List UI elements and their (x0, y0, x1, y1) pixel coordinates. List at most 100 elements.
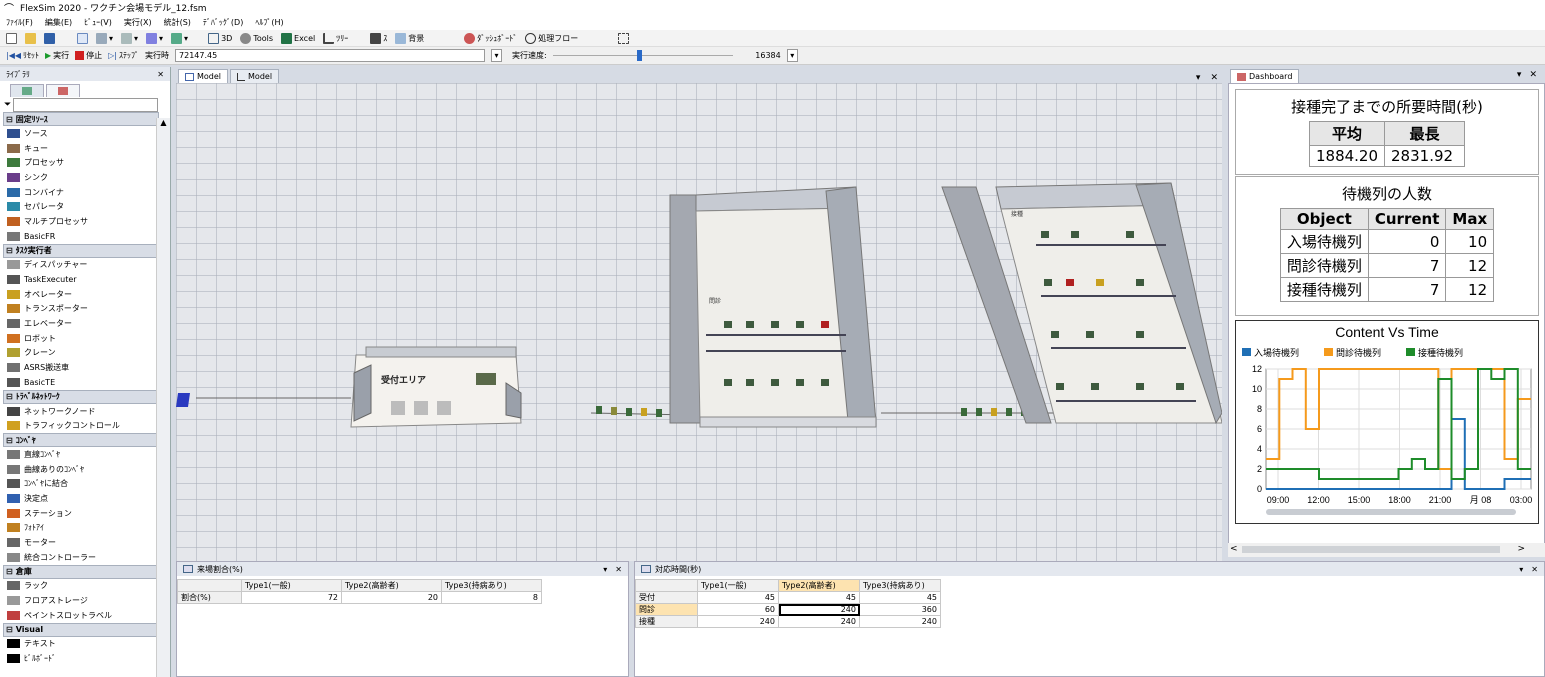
library-scrollbar[interactable]: ▲ (156, 118, 170, 677)
script-button[interactable]: ｽ (370, 32, 387, 44)
excel-button[interactable]: Excel (281, 32, 315, 44)
library-item[interactable]: ﾋﾞﾙﾎﾞｰﾄﾞ (3, 651, 159, 666)
network-icon[interactable] (618, 32, 630, 44)
new-file-icon[interactable] (6, 32, 17, 44)
run-time-field[interactable]: 72147.45 (175, 49, 486, 62)
table-cell[interactable]: 72 (241, 591, 342, 604)
menu-debug[interactable]: ﾃﾞﾊﾞｯｸﾞ(D) (203, 17, 243, 28)
table-cell[interactable]: 45 (697, 591, 779, 604)
source-object[interactable] (176, 393, 190, 407)
collapse-icon[interactable]: ⊟ (6, 436, 13, 445)
view-menu-icon[interactable]: ▾ (603, 565, 607, 574)
collapse-icon[interactable]: ⊟ (6, 567, 13, 576)
collapse-icon[interactable]: ⊟ (6, 115, 13, 124)
run-button[interactable]: ▶ 実行 (45, 50, 69, 61)
library-item[interactable]: 直線ｺﾝﾍﾞﾔ (3, 447, 159, 462)
selected-cell[interactable]: 240 (778, 603, 860, 616)
library-item[interactable]: オペレーター (3, 287, 159, 302)
library-item[interactable]: シンク (3, 170, 159, 185)
library-category[interactable]: ⊟ ｺﾝﾍﾞﾔ (3, 433, 159, 448)
speed-dropdown[interactable]: ▾ (786, 49, 798, 62)
library-item[interactable]: ステーション (3, 506, 159, 521)
library-item[interactable]: 統合コントローラー (3, 550, 159, 565)
library-item[interactable]: ASRS搬送車 (3, 360, 159, 375)
menu-statistics[interactable]: 統計(S) (164, 17, 191, 28)
content-chart-widget[interactable]: Content Vs Time 入場待機列 問診待機列 接種待機列 0 2 4 6 8 10 12 0… (1235, 320, 1539, 524)
close-icon[interactable]: ✕ (1531, 565, 1538, 574)
speed-slider[interactable] (552, 49, 733, 62)
view-menu-icon[interactable]: ▾ (1196, 73, 1201, 83)
time-widget[interactable]: 接種完了までの所要時間(秒) 平均 最長 1884.20 2831.92 (1235, 89, 1539, 175)
tab-library-tasks[interactable] (46, 84, 80, 97)
layout-icon[interactable] (171, 32, 183, 44)
library-item[interactable]: ｺﾝﾍﾞﾔに結合 (3, 476, 159, 491)
menu-view[interactable]: ﾋﾞｭｰ(V) (84, 17, 112, 28)
tree-button[interactable]: ﾂﾘｰ (323, 32, 348, 44)
dashboard-button[interactable]: ﾀﾞｯｼｭﾎﾞｰﾄﾞ (464, 32, 517, 44)
view-menu-icon[interactable]: ▾ (1517, 70, 1522, 80)
chevron-down-icon[interactable]: ▾ (159, 34, 163, 43)
exam-area[interactable] (669, 186, 877, 428)
tab-library-objects[interactable] (10, 84, 44, 97)
table-cell[interactable]: 45 (859, 591, 941, 604)
save-icon[interactable] (44, 32, 55, 44)
library-item[interactable]: ネットワークノード (3, 404, 159, 419)
table-cell[interactable]: 240 (778, 615, 860, 628)
chevron-down-icon[interactable]: ▾ (184, 34, 188, 43)
library-item[interactable]: ラック (3, 579, 159, 594)
library-item[interactable]: クレーン (3, 346, 159, 361)
library-item[interactable]: マルチプロセッサ (3, 214, 159, 229)
view-menu-icon[interactable]: ▾ (1519, 565, 1523, 574)
library-item[interactable]: エレベーター (3, 316, 159, 331)
run-time-dropdown[interactable]: ▾ (491, 49, 503, 62)
chevron-down-icon[interactable]: ▾ (109, 34, 113, 43)
vaccination-area[interactable] (941, 182, 1222, 425)
connect-mode-icon[interactable] (96, 32, 107, 44)
library-category[interactable]: ⊟ 倉庫 (3, 564, 159, 579)
library-item[interactable]: ディスパッチャー (3, 258, 159, 273)
library-item[interactable]: 決定点 (3, 491, 159, 506)
table-cell[interactable]: 60 (697, 603, 779, 616)
tools-button[interactable]: Tools (240, 32, 273, 44)
background-button[interactable]: 背景 (395, 32, 424, 44)
tab-dashboard[interactable]: Dashboard (1230, 69, 1300, 83)
library-category[interactable]: ⊟ Visual (3, 622, 159, 637)
step-button[interactable]: ▷| ｽﾃｯﾌﾟ (108, 50, 139, 61)
library-item[interactable]: モーター (3, 535, 159, 550)
scroll-left-icon[interactable]: < (1230, 544, 1238, 554)
scrollbar-thumb[interactable] (1242, 546, 1500, 553)
close-icon[interactable]: ✕ (157, 70, 164, 79)
library-item[interactable]: コンバイナ (3, 185, 159, 200)
library-search-input[interactable] (13, 97, 159, 112)
model-3d-view[interactable]: 受付エリア 問診 接種 (176, 83, 1222, 561)
scroll-up-icon[interactable]: ▲ (157, 118, 170, 127)
collapse-icon[interactable]: ⊟ (6, 246, 13, 255)
speed-slider-thumb[interactable] (636, 50, 642, 61)
table-cell[interactable]: 45 (778, 591, 860, 604)
library-item[interactable]: テキスト (3, 637, 159, 652)
library-item[interactable]: プロセッサ (3, 155, 159, 170)
queue-widget[interactable]: 待機列の人数 Object Current Max 入場待機列 0 10 問診待機列 7 1… (1235, 176, 1539, 316)
library-item[interactable]: フロアストレージ (3, 593, 159, 608)
library-category[interactable]: ⊟ 固定ﾘｿｰｽ (3, 112, 159, 126)
menu-execute[interactable]: 実行(X) (124, 17, 152, 28)
library-item[interactable]: BasicTE (3, 375, 159, 390)
table-cell[interactable]: 360 (859, 603, 941, 616)
menu-help[interactable]: ﾍﾙﾌﾟ(H) (255, 17, 283, 28)
close-icon[interactable]: ✕ (615, 565, 622, 574)
library-item[interactable]: ペイントスロットラベル (3, 608, 159, 623)
reset-button[interactable]: |◀◀ ﾘｾｯﾄ (6, 50, 39, 61)
library-category[interactable]: ⊟ ﾀｽｸ実行者 (3, 243, 159, 258)
close-icon[interactable]: ✕ (1210, 73, 1218, 83)
menu-edit[interactable]: 編集(E) (45, 17, 72, 28)
library-item[interactable]: セパレータ (3, 199, 159, 214)
select-mode-icon[interactable] (77, 32, 88, 44)
close-icon[interactable]: ✕ (1529, 70, 1537, 80)
color-icon[interactable] (146, 32, 158, 44)
tab-model-3d[interactable]: Model (178, 69, 229, 83)
dashboard-hscrollbar[interactable]: < > (1228, 543, 1545, 557)
library-item[interactable]: 曲線ありのｺﾝﾍﾞﾔ (3, 462, 159, 477)
library-item[interactable]: トラフィックコントロール (3, 418, 159, 433)
disconnect-mode-icon[interactable] (121, 32, 133, 44)
reception-area[interactable] (350, 346, 522, 428)
